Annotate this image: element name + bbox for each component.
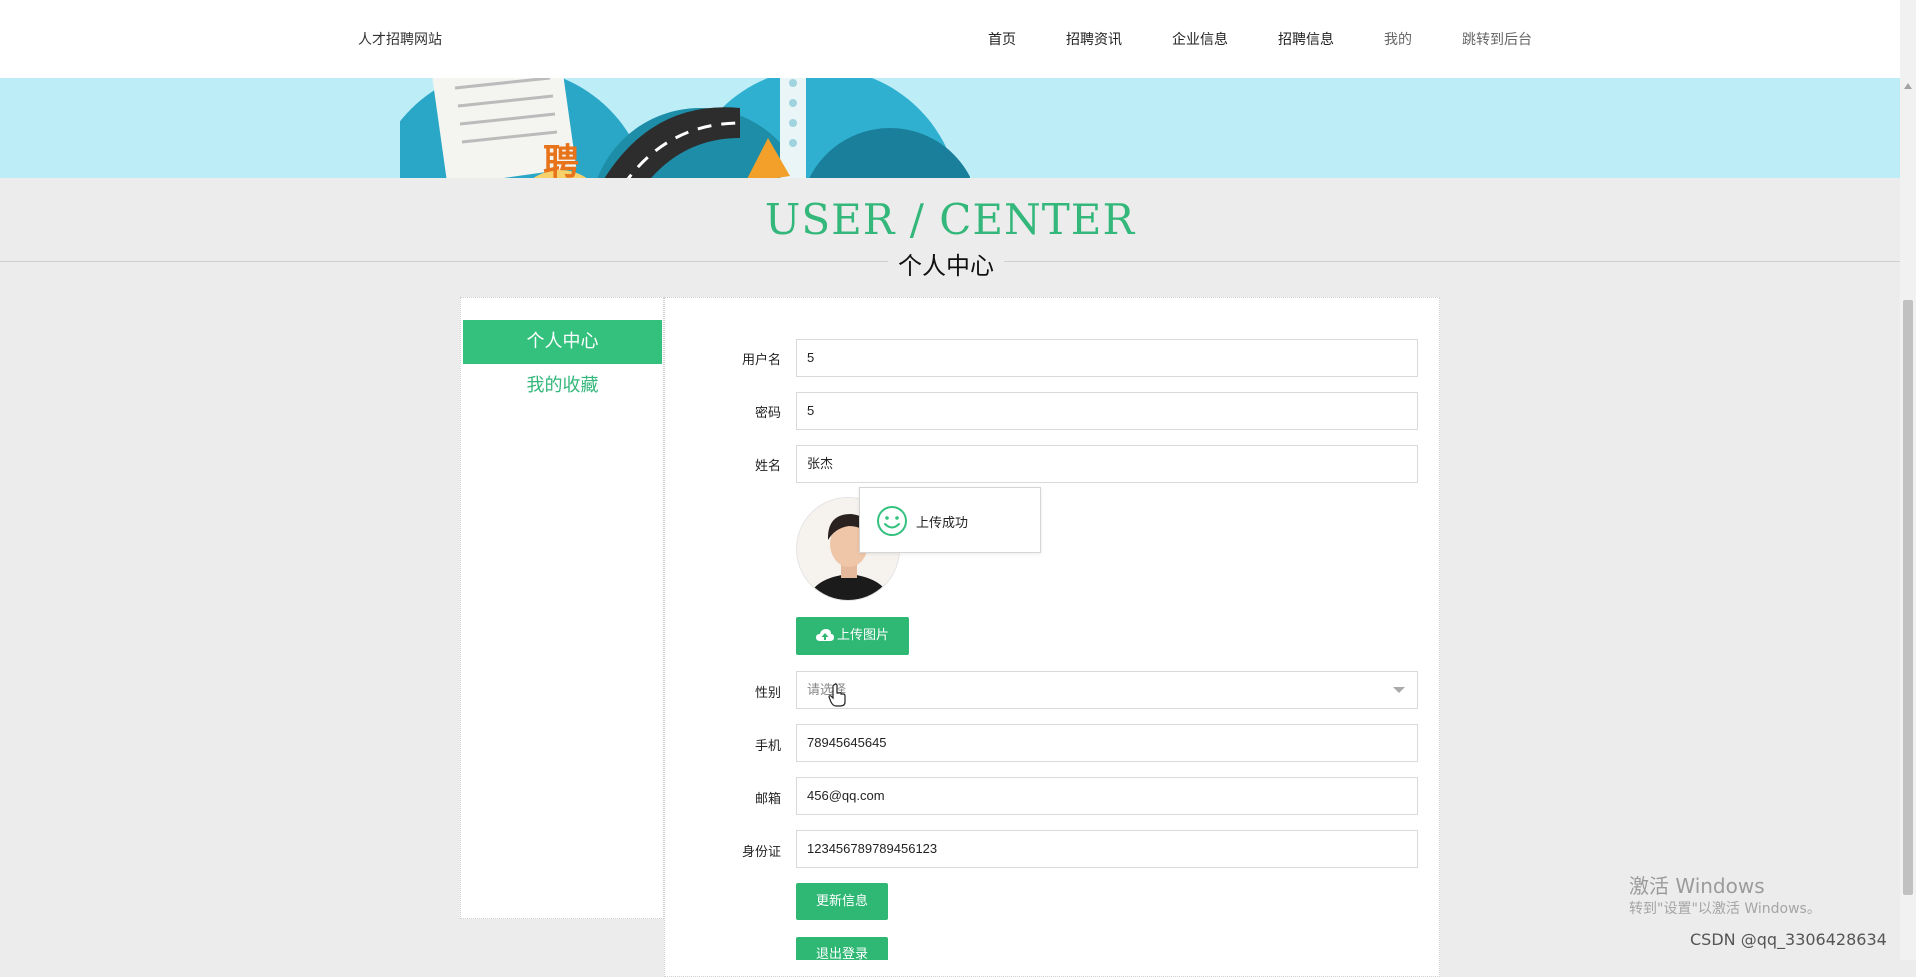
scroll-up-arrow-icon[interactable]	[1904, 83, 1912, 89]
gender-select[interactable]: 请选择	[796, 671, 1418, 709]
windows-activation-title: 激活 Windows	[1629, 874, 1765, 898]
name-field[interactable]: 张杰	[796, 445, 1418, 483]
upload-image-label: 上传图片	[836, 628, 889, 643]
banner-illustration	[400, 78, 970, 178]
nav-home[interactable]: 首页	[988, 29, 1016, 49]
nav-recruit-news[interactable]: 招聘资讯	[1066, 29, 1122, 49]
password-field[interactable]: 5	[796, 392, 1418, 430]
name-label: 姓名	[754, 459, 781, 474]
username-label: 用户名	[741, 353, 781, 368]
main-nav: 首页 招聘资讯 企业信息 招聘信息 我的 跳转到后台	[0, 29, 1900, 51]
gender-label: 性别	[754, 686, 781, 701]
nav-admin[interactable]: 跳转到后台	[1462, 29, 1532, 49]
page-scrollbar[interactable]	[1900, 0, 1916, 960]
section-title-en: USER / CENTER	[764, 195, 1136, 244]
banner: 聘	[0, 78, 1900, 178]
smile-icon	[877, 506, 907, 536]
phone-field[interactable]: 78945645645	[796, 724, 1418, 762]
user-sidebar: 个人中心 我的收藏	[460, 297, 664, 919]
email-field[interactable]: 456@qq.com	[796, 777, 1418, 815]
password-label: 密码	[754, 406, 781, 421]
hand-cursor-icon	[828, 683, 846, 707]
scrollbar-thumb[interactable]	[1903, 300, 1913, 895]
windows-activation-subtitle: 转到"设置"以激活 Windows。	[1629, 901, 1821, 917]
toast-message: 上传成功	[916, 516, 969, 531]
logout-button[interactable]: 退出登录	[796, 937, 888, 960]
idcard-label: 身份证	[741, 845, 781, 860]
sidebar-item-favorites[interactable]: 我的收藏	[463, 364, 662, 408]
idcard-field[interactable]: 123456789789456123	[796, 830, 1418, 868]
phone-label: 手机	[754, 739, 781, 754]
chevron-down-icon	[1393, 687, 1405, 693]
top-navbar: 人才招聘网站 首页 招聘资讯 企业信息 招聘信息 我的 跳转到后台	[0, 0, 1900, 78]
nav-company-info[interactable]: 企业信息	[1172, 29, 1228, 49]
section-title-cn: 个人中心	[888, 246, 1004, 281]
nav-job-info[interactable]: 招聘信息	[1278, 29, 1334, 49]
update-info-button[interactable]: 更新信息	[796, 883, 888, 920]
email-label: 邮箱	[754, 792, 781, 807]
username-field[interactable]: 5	[796, 339, 1418, 377]
csdn-watermark: CSDN @qq_3306428634	[1690, 930, 1887, 949]
nav-mine[interactable]: 我的	[1384, 29, 1412, 49]
banner-stamp-text: 聘	[543, 142, 580, 178]
upload-success-toast: 上传成功	[859, 487, 1041, 553]
cloud-upload-icon	[815, 628, 834, 641]
upload-image-button[interactable]: 上传图片	[796, 617, 909, 655]
sidebar-item-profile[interactable]: 个人中心	[463, 320, 662, 364]
